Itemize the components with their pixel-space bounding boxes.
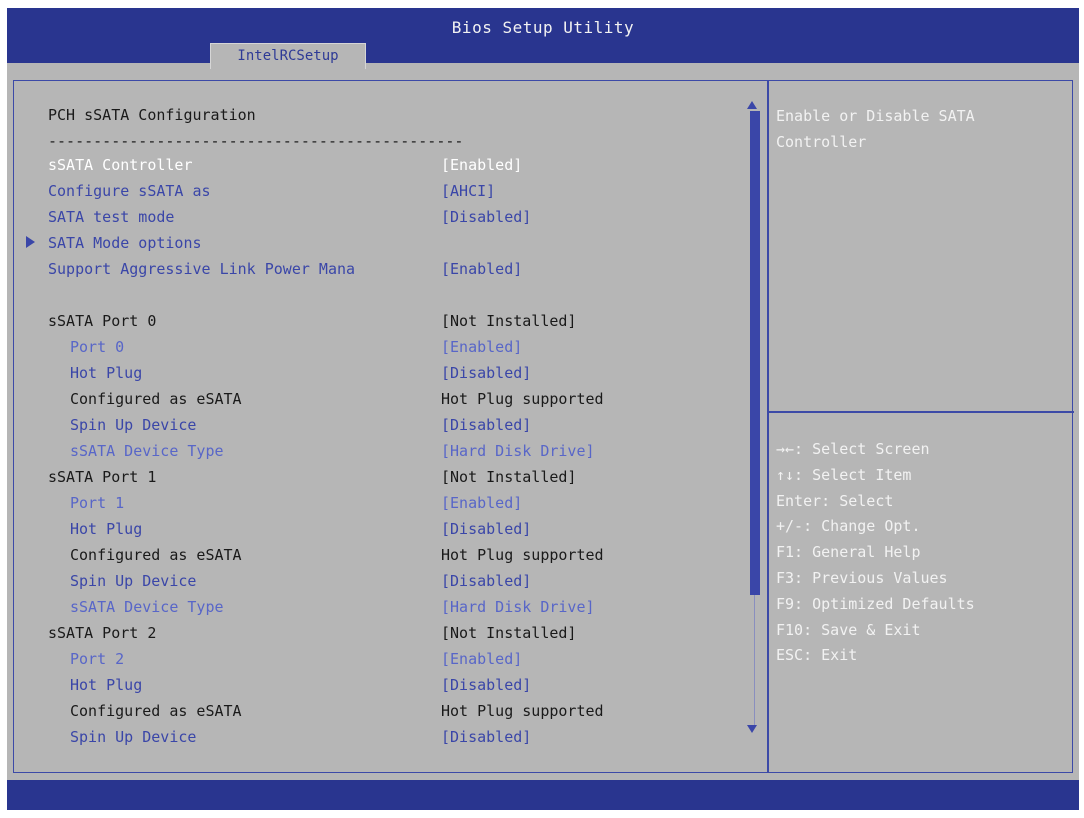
setting-label: Configured as eSATA bbox=[70, 546, 242, 564]
main-frame: PCH sSATA Configuration ----------------… bbox=[13, 80, 1074, 773]
setting-value[interactable]: [AHCI] bbox=[441, 182, 495, 200]
key-hint: F10: Save & Exit bbox=[776, 620, 921, 639]
key-hint: F3: Previous Values bbox=[776, 568, 948, 587]
setting-label: Support Aggressive Link Power Mana bbox=[48, 260, 356, 278]
page-title: PCH sSATA Configuration bbox=[48, 106, 256, 124]
setting-label: sSATA Port 0 bbox=[48, 312, 157, 330]
setting-label: sSATA Port 2 bbox=[48, 624, 157, 642]
setting-label: Configure sSATA as bbox=[48, 182, 211, 200]
key-hint: ↑↓: Select Item bbox=[776, 465, 912, 484]
setting-label: Hot Plug bbox=[70, 520, 143, 538]
key-hint: Enter: Select bbox=[776, 491, 894, 510]
setting-value[interactable]: [Enabled] bbox=[441, 650, 522, 668]
scroll-down-arrow-icon[interactable] bbox=[747, 725, 757, 733]
setting-label: Configured as eSATA bbox=[70, 390, 242, 408]
setting-value[interactable]: [Not Installed] bbox=[441, 312, 576, 330]
setting-value: Hot Plug supported bbox=[441, 390, 604, 408]
setting-label: Hot Plug bbox=[70, 364, 143, 382]
title-divider: ----------------------------------------… bbox=[48, 132, 464, 150]
bottom-bar bbox=[7, 780, 1079, 810]
setting-value[interactable]: [Disabled] bbox=[441, 520, 531, 538]
setting-label: SATA Mode options bbox=[48, 234, 202, 252]
setting-value[interactable]: [Disabled] bbox=[441, 728, 531, 746]
setting-value[interactable]: [Hard Disk Drive] bbox=[441, 598, 595, 616]
setting-label: Port 2 bbox=[70, 650, 125, 668]
scroll-up-arrow-icon[interactable] bbox=[747, 101, 757, 109]
scrollbar-thumb[interactable] bbox=[750, 111, 760, 595]
setting-label: Port 0 bbox=[70, 338, 125, 356]
setting-label: Spin Up Device bbox=[70, 416, 197, 434]
key-hint: +/-: Change Opt. bbox=[776, 517, 921, 536]
setting-value: Hot Plug supported bbox=[441, 702, 604, 720]
key-hint: →←: Select Screen bbox=[776, 440, 930, 458]
setting-label: sSATA Port 1 bbox=[48, 468, 157, 486]
setting-value[interactable]: [Disabled] bbox=[441, 208, 531, 226]
setting-label: SATA test mode bbox=[48, 208, 175, 226]
key-hint: ESC: Exit bbox=[776, 646, 858, 665]
settings-pane: PCH sSATA Configuration ----------------… bbox=[14, 81, 749, 772]
setting-value[interactable]: [Hard Disk Drive] bbox=[441, 442, 595, 460]
submenu-arrow-icon bbox=[26, 236, 35, 248]
setting-label: sSATA Device Type bbox=[70, 442, 224, 460]
setting-value: Hot Plug supported bbox=[441, 546, 604, 564]
pane-divider bbox=[767, 81, 769, 772]
key-hint: F9: Optimized Defaults bbox=[776, 594, 975, 613]
setting-label: Spin Up Device bbox=[70, 728, 197, 746]
setting-label: Hot Plug bbox=[70, 676, 143, 694]
help-text: Enable or Disable SATA Controller bbox=[776, 107, 975, 151]
setting-value[interactable]: [Not Installed] bbox=[441, 468, 576, 486]
bios-screen: Bios Setup Utility IntelRCSetup PCH sSAT… bbox=[7, 8, 1079, 810]
setting-value[interactable]: [Enabled] bbox=[441, 494, 522, 512]
setting-value[interactable]: [Enabled] bbox=[441, 338, 522, 356]
setting-label: Configured as eSATA bbox=[70, 702, 242, 720]
key-legend: →←: Select Screen ↑↓: Select Item Enter: S… bbox=[776, 437, 1066, 669]
setting-label: sSATA Controller bbox=[48, 156, 193, 174]
setting-value[interactable]: [Disabled] bbox=[441, 676, 531, 694]
key-hint: F1: General Help bbox=[776, 543, 921, 562]
setting-value[interactable]: [Disabled] bbox=[441, 364, 531, 382]
setting-label: sSATA Device Type bbox=[70, 598, 224, 616]
app-title: Bios Setup Utility bbox=[451, 18, 635, 37]
setting-value[interactable]: [Enabled] bbox=[441, 260, 522, 278]
tab-intelrcsetup[interactable]: IntelRCSetup bbox=[210, 43, 366, 69]
setting-label: Port 1 bbox=[70, 494, 125, 512]
setting-value[interactable]: [Enabled] bbox=[441, 156, 522, 174]
help-divider bbox=[769, 411, 1074, 413]
setting-label: Spin Up Device bbox=[70, 572, 197, 590]
title-bar: Bios Setup Utility IntelRCSetup bbox=[7, 8, 1079, 69]
setting-value[interactable]: [Disabled] bbox=[441, 416, 531, 434]
setting-value[interactable]: [Disabled] bbox=[441, 572, 531, 590]
setting-value[interactable]: [Not Installed] bbox=[441, 624, 576, 642]
